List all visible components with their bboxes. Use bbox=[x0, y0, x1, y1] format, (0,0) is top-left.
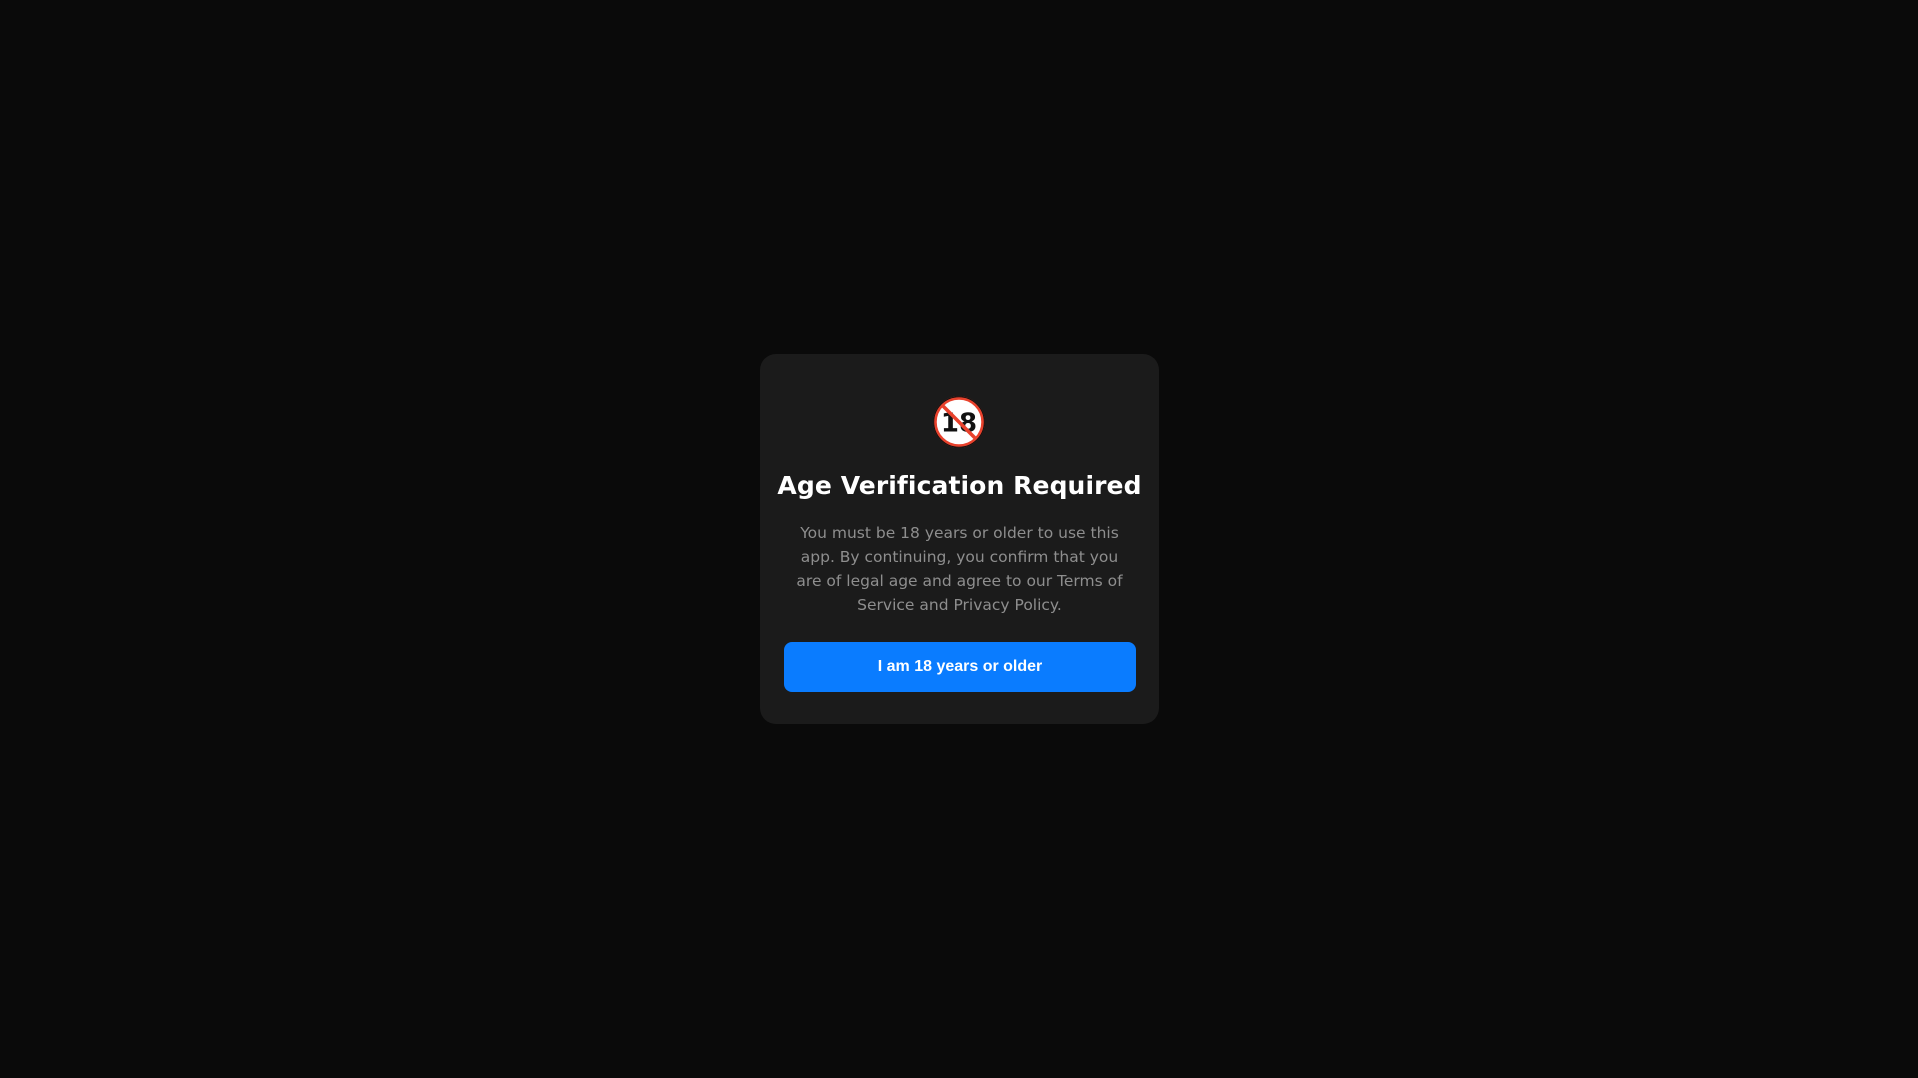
age-gate-screen: 18 Age Verification Required You must be… bbox=[0, 0, 1918, 1078]
dialog-message: You must be 18 years or older to use thi… bbox=[796, 524, 1123, 614]
confirm-age-button[interactable]: I am 18 years or older bbox=[784, 642, 1136, 692]
no-under-18-icon: 18 bbox=[933, 396, 985, 448]
age-verification-dialog: 18 Age Verification Required You must be… bbox=[760, 354, 1159, 724]
dialog-title: Age Verification Required bbox=[777, 471, 1142, 500]
